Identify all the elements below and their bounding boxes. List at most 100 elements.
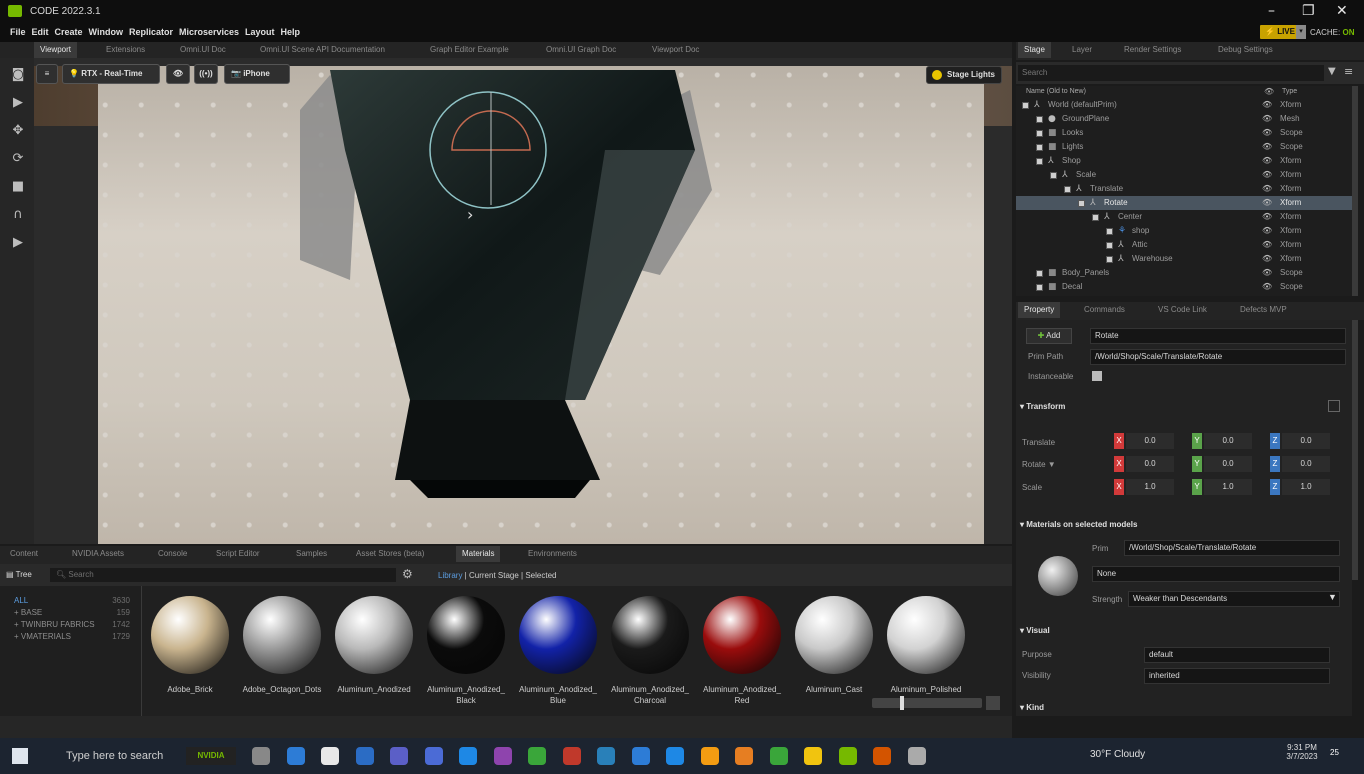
taskbar-app-icon[interactable] <box>631 747 650 765</box>
clock[interactable]: 9:31 PM 3/7/2023 <box>1284 743 1320 761</box>
tab-layer[interactable]: Layer <box>1066 42 1098 58</box>
tree-toggle-button[interactable]: ▤ Tree <box>6 568 32 582</box>
taskbar-app-icon[interactable] <box>424 747 443 765</box>
stage-tree-row[interactable]: ⚘ shop 👁 Xform <box>1016 224 1352 238</box>
taskbar-app-icon[interactable] <box>838 747 857 765</box>
material-card[interactable]: Adobe_Octagon_Dots <box>236 596 328 695</box>
taskbar-app-icon[interactable] <box>286 747 305 765</box>
axis-x-badge[interactable]: X <box>1114 479 1124 495</box>
material-prim-field[interactable]: /World/Shop/Scale/Translate/Rotate <box>1124 540 1340 556</box>
restore-icon[interactable]: ❐ <box>1302 3 1315 19</box>
material-card[interactable]: Aluminum_Anodized_ Red <box>696 596 788 706</box>
filter-icon[interactable]: ▼ <box>1328 66 1336 77</box>
options-menu-icon[interactable]: ≡ <box>1344 65 1353 78</box>
tab-stage[interactable]: Stage <box>1018 42 1051 58</box>
axis-x-badge[interactable]: X <box>1114 456 1124 472</box>
expand-toggle-icon[interactable] <box>1106 228 1113 235</box>
translate-x-field[interactable]: 0.0 <box>1126 433 1174 449</box>
materials-search-input[interactable]: 🔍︎ Search <box>50 568 396 582</box>
rotate-icon[interactable]: ⟳ <box>9 150 27 168</box>
rotate-y-field[interactable]: 0.0 <box>1204 456 1252 472</box>
visibility-eye-icon[interactable]: 👁 <box>1262 140 1272 154</box>
stage-tree-row[interactable]: ■ Body_Panels 👁 Scope <box>1016 266 1352 280</box>
visibility-eye-icon[interactable]: 👁 <box>1262 224 1272 238</box>
property-scrollbar[interactable] <box>1352 320 1358 580</box>
taskbar-app-icon[interactable] <box>804 747 822 765</box>
tab-nvidia-assets[interactable]: NVIDIA Assets <box>66 546 130 562</box>
taskbar-app-icon[interactable] <box>528 747 546 765</box>
viewport-settings-icon[interactable]: ≡ <box>36 64 58 84</box>
taskbar-app-icon[interactable] <box>459 747 477 765</box>
expand-toggle-icon[interactable] <box>1092 214 1099 221</box>
stage-tree-row[interactable]: ■ Lights 👁 Scope <box>1016 140 1352 154</box>
axis-z-badge[interactable]: Z <box>1270 433 1280 449</box>
category-item[interactable]: + TWINBRU FABRICS 1742 <box>14 620 130 629</box>
taskbar-app-icon[interactable] <box>873 747 891 765</box>
grid-view-icon[interactable] <box>986 696 1000 710</box>
tab-console[interactable]: Console <box>152 546 193 562</box>
expand-toggle-icon[interactable] <box>1106 256 1113 263</box>
taskbar-app-icon[interactable] <box>252 747 270 765</box>
expand-toggle-icon[interactable] <box>1036 158 1043 165</box>
gear-icon[interactable]: ⚙ <box>402 567 413 581</box>
material-card[interactable]: Aluminum_Anodized_ Charcoal <box>604 596 696 706</box>
stage-tree-row[interactable]: ⅄ Shop 👁 Xform <box>1016 154 1352 168</box>
axis-z-badge[interactable]: Z <box>1270 456 1280 472</box>
taskbar-app-icon[interactable] <box>355 747 374 765</box>
expand-toggle-icon[interactable] <box>1064 186 1071 193</box>
filter-selected[interactable]: Selected <box>525 571 556 580</box>
filter-current-stage[interactable]: Current Stage <box>469 571 519 580</box>
slider-handle[interactable] <box>900 696 904 710</box>
tab-asset-stores-beta-[interactable]: Asset Stores (beta) <box>350 546 430 562</box>
translate-y-field[interactable]: 0.0 <box>1204 433 1252 449</box>
stage-scrollbar[interactable] <box>1352 86 1358 296</box>
rotate-z-field[interactable]: 0.0 <box>1282 456 1330 472</box>
stage-lights-button[interactable]: Stage Lights <box>926 66 1003 84</box>
taskbar-app-icon[interactable] <box>769 747 788 765</box>
visibility-eye-icon[interactable]: 👁 <box>1262 126 1272 140</box>
expand-toggle-icon[interactable] <box>1106 242 1113 249</box>
stage-tree-row[interactable]: ■ Decal 👁 Scope <box>1016 280 1352 294</box>
visibility-eye-icon[interactable]: 👁 <box>166 64 190 84</box>
category-item[interactable]: + VMATERIALS 1729 <box>14 632 130 641</box>
scale-x-field[interactable]: 1.0 <box>1126 479 1174 495</box>
translate-z-field[interactable]: 0.0 <box>1282 433 1330 449</box>
axis-x-badge[interactable]: X <box>1114 433 1124 449</box>
visibility-eye-icon[interactable]: 👁 <box>1262 98 1272 112</box>
visibility-eye-icon[interactable]: 👁 <box>1262 266 1272 280</box>
taskbar-app-icon[interactable] <box>666 747 684 765</box>
audio-icon[interactable]: ((•)) <box>194 64 218 84</box>
stage-tree-row[interactable]: ⅄ Scale 👁 Xform <box>1016 168 1352 182</box>
visibility-eye-icon[interactable]: 👁 <box>1262 238 1272 252</box>
material-card[interactable]: Aluminum_Polished <box>880 596 972 695</box>
strength-dropdown-icon[interactable]: ▼ <box>1328 592 1337 602</box>
render-mode-button[interactable]: 💡 RTX - Real-Time <box>62 64 160 84</box>
visibility-eye-icon[interactable]: 👁 <box>1262 112 1272 126</box>
stage-tree-row[interactable]: ⅄ Attic 👁 Xform <box>1016 238 1352 252</box>
minimize-icon[interactable]: – <box>1268 3 1275 19</box>
expand-toggle-icon[interactable] <box>1036 270 1043 277</box>
tab-script-editor[interactable]: Script Editor <box>210 546 266 562</box>
visibility-eye-icon[interactable]: 👁 <box>1262 182 1272 196</box>
weather-status[interactable]: 30°F Cloudy <box>1090 749 1145 760</box>
expand-toggle-icon[interactable] <box>1036 130 1043 137</box>
taskbar-app-icon[interactable] <box>493 747 512 765</box>
snap-magnet-icon[interactable]: ∩ <box>9 206 27 224</box>
stage-tree-row[interactable]: ⅄ Rotate 👁 Xform <box>1016 196 1352 210</box>
purpose-select[interactable]: default <box>1144 647 1330 663</box>
taskbar-app-icon[interactable] <box>321 747 339 765</box>
category-item[interactable]: + BASE 159 <box>14 608 130 617</box>
stage-tree-row[interactable]: ⅄ Center 👁 Xform <box>1016 210 1352 224</box>
play-icon[interactable]: ▶ <box>9 234 27 252</box>
tab-render-settings[interactable]: Render Settings <box>1118 42 1187 58</box>
visual-section-header[interactable]: ▾ Visual <box>1020 626 1050 635</box>
stage-tree-row[interactable]: ■ Looks 👁 Scope <box>1016 126 1352 140</box>
expand-toggle-icon[interactable] <box>1036 144 1043 151</box>
stage-tree-row[interactable]: ⅄ World (defaultPrim) 👁 Xform <box>1016 98 1352 112</box>
strength-select[interactable]: Weaker than Descendants <box>1128 591 1340 607</box>
tab-vs-code-link[interactable]: VS Code Link <box>1152 302 1213 318</box>
stage-tree-row[interactable]: ⅄ Warehouse 👁 Xform <box>1016 252 1352 266</box>
visibility-eye-icon[interactable]: 👁 <box>1262 168 1272 182</box>
visibility-eye-icon[interactable]: 👁 <box>1262 196 1272 210</box>
taskbar-app-icon[interactable] <box>735 747 753 765</box>
